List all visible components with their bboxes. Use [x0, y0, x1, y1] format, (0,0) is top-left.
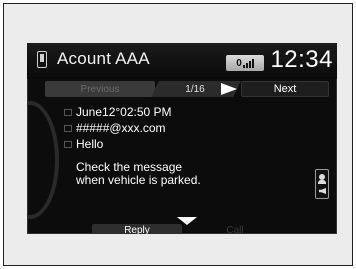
signal-strength-icon — [242, 58, 254, 68]
date-icon — [64, 109, 72, 116]
message-body: Check the message when vehicle is parked… — [76, 160, 201, 187]
phone-icon — [37, 51, 47, 68]
previous-button[interactable]: Previous — [45, 81, 155, 97]
side-dial-decoration — [27, 101, 59, 219]
message-subject: Hello — [76, 137, 104, 151]
next-arrow-icon — [221, 83, 237, 95]
call-button[interactable]: Call — [205, 224, 265, 235]
voice-readout-button[interactable] — [315, 169, 329, 199]
message-navigation: Previous 1/16 Next — [27, 81, 337, 97]
signal-label: 0 — [236, 57, 242, 69]
message-sender: #####@xxx.com — [76, 121, 166, 135]
sender-icon — [64, 125, 72, 132]
speaker-icon — [319, 188, 326, 194]
infotainment-screen: Acount AAA 0 12:34 Previous 1/16 Next Ju… — [27, 43, 337, 234]
status-bar: Acount AAA 0 12:34 — [27, 43, 337, 79]
clock: 12:34 — [270, 46, 333, 73]
next-button[interactable]: Next — [241, 81, 329, 97]
subject-icon — [64, 141, 72, 148]
figure-frame: Acount AAA 0 12:34 Previous 1/16 Next Ju… — [3, 3, 353, 266]
reply-button[interactable]: Reply — [92, 224, 182, 234]
account-name: Acount AAA — [57, 49, 150, 68]
person-icon — [318, 174, 326, 184]
message-counter: 1/16 — [185, 83, 205, 95]
signal-badge: 0 — [226, 55, 264, 71]
message-date: June12°02:50 PM — [76, 105, 172, 119]
